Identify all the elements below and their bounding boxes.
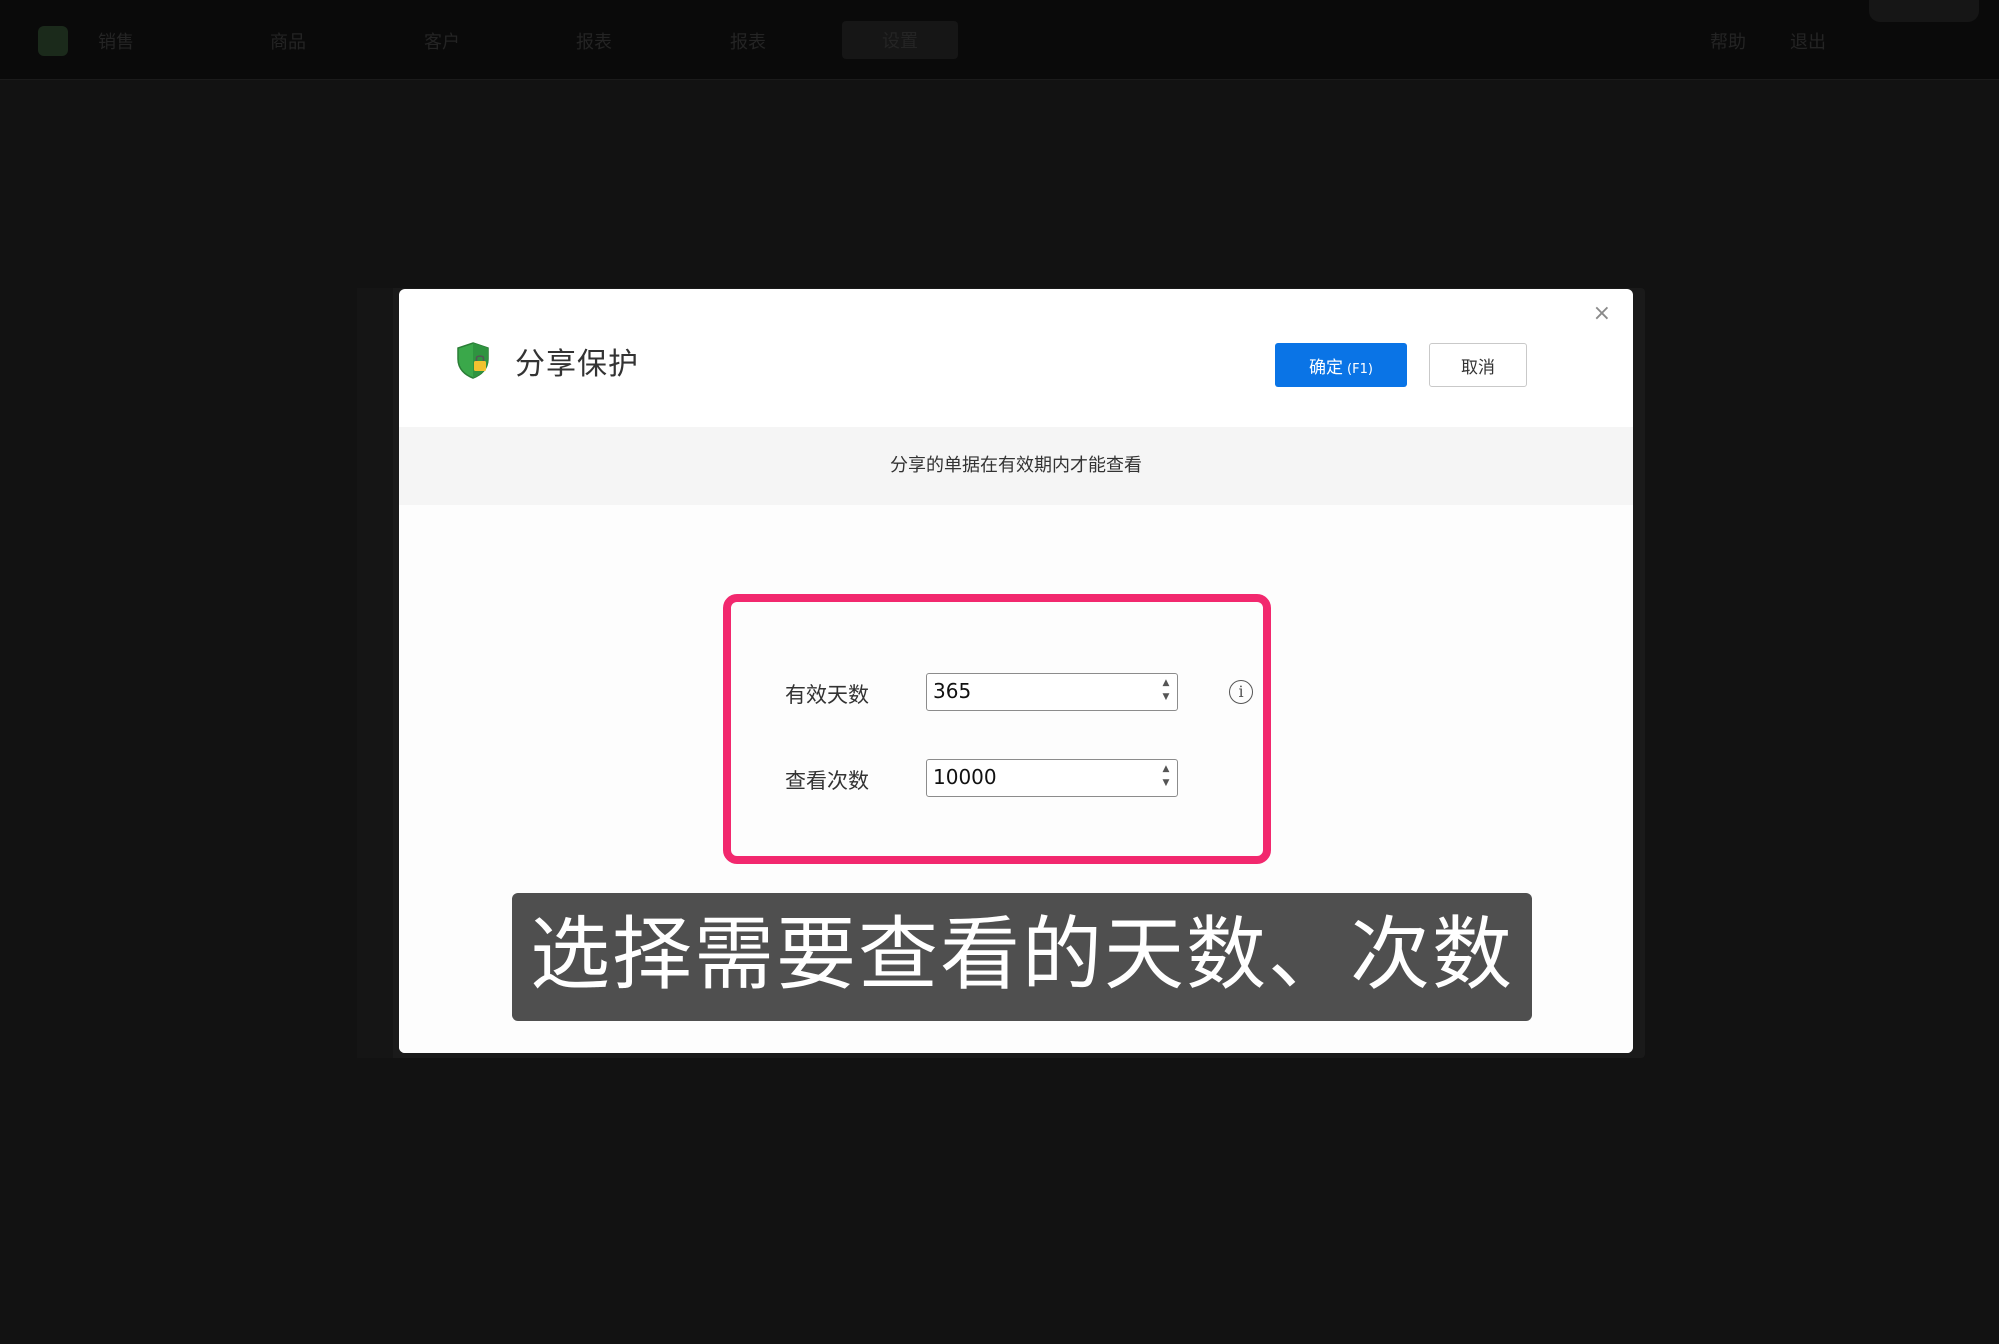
dialog-title: 分享保护 — [515, 347, 639, 382]
nav-item-reports-2[interactable]: 报表 — [730, 28, 766, 54]
confirm-button[interactable]: 确定 (F1) — [1275, 343, 1407, 387]
dialog-header: 分享保护 确定 (F1) 取消 × — [399, 289, 1633, 427]
video-caption: 选择需要查看的天数、次数 — [512, 893, 1532, 1021]
close-icon[interactable]: × — [1593, 301, 1611, 326]
corner-pill — [1869, 0, 1979, 22]
confirm-shortcut-hint: (F1) — [1347, 361, 1373, 377]
nav-item-reports[interactable]: 报表 — [576, 28, 612, 54]
logout-link[interactable]: 退出 — [1790, 28, 1826, 54]
help-link[interactable]: 帮助 — [1710, 28, 1746, 54]
shield-lock-icon — [455, 341, 491, 379]
highlight-frame — [723, 594, 1271, 864]
nav-item-customers[interactable]: 客户 — [424, 28, 460, 54]
notice-bar: 分享的单据在有效期内才能查看 — [399, 427, 1633, 505]
app-logo — [38, 26, 68, 56]
cancel-button[interactable]: 取消 — [1429, 343, 1527, 387]
nav-item-settings[interactable]: 设置 — [842, 21, 958, 59]
backdrop-sidebar — [357, 288, 393, 1058]
confirm-label: 确定 — [1309, 357, 1344, 378]
nav-item-goods[interactable]: 商品 — [270, 28, 306, 54]
top-navigation: 销售 商品 客户 报表 报表 设置 帮助 退出 — [0, 0, 1999, 80]
nav-item-sales[interactable]: 销售 — [98, 28, 134, 54]
